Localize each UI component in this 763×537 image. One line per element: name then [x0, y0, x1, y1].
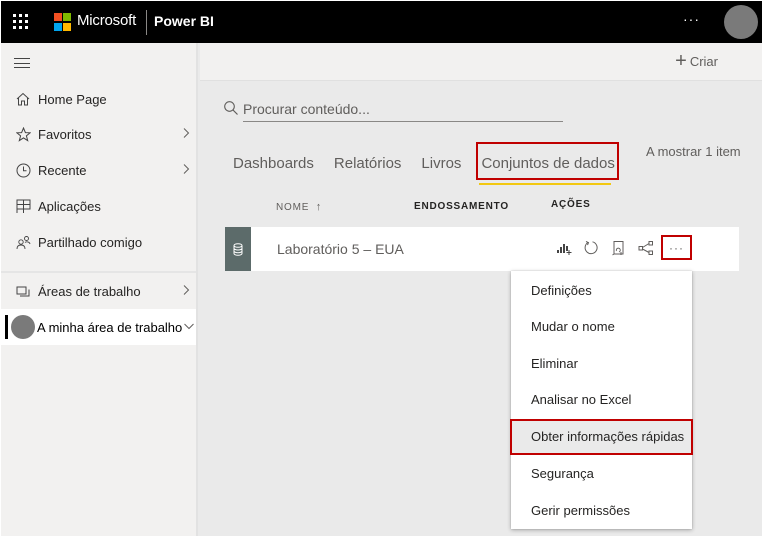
menu-item-security[interactable]: Segurança — [511, 456, 692, 492]
search-icon — [224, 101, 238, 115]
product-name[interactable]: Power BI — [154, 13, 214, 29]
sidebar-item-label: Áreas de trabalho — [38, 283, 141, 299]
column-header-endorsement[interactable]: ENDOSSAMENTO — [414, 201, 509, 212]
header-divider — [146, 10, 147, 35]
sidebar-item-shared[interactable]: Partilhado comigo — [1, 224, 196, 260]
home-icon — [15, 91, 31, 107]
tab-workbooks[interactable]: Livros — [421, 153, 461, 177]
create-label: Criar — [689, 53, 718, 69]
item-count: A mostrar 1 item — [646, 144, 741, 159]
menu-item-settings[interactable]: Definições — [511, 273, 692, 309]
app-launcher-icon[interactable] — [13, 14, 29, 30]
menu-item-manage-permissions[interactable]: Gerir permissões — [511, 493, 692, 529]
sidebar-item-workspaces[interactable]: Áreas de trabalho — [1, 273, 196, 309]
create-report-icon[interactable] — [555, 239, 573, 257]
refresh-icon[interactable] — [582, 239, 600, 257]
apps-icon — [15, 198, 31, 214]
create-button[interactable]: + Criar — [675, 50, 718, 72]
menu-item-analyze-in-excel[interactable]: Analisar no Excel — [511, 382, 692, 418]
sidebar-item-favorites[interactable]: Favoritos — [1, 116, 196, 152]
brand-name: Microsoft — [77, 12, 137, 29]
tab-datasets[interactable]: Conjuntos de dados — [481, 153, 614, 177]
chevron-down-icon[interactable] — [183, 320, 195, 332]
workspaces-icon — [15, 283, 31, 299]
column-label: NOME — [276, 202, 310, 213]
sidebar-item-apps[interactable]: Aplicações — [1, 188, 196, 224]
menu-item-quick-insights[interactable]: Obter informações rápidas — [510, 419, 693, 455]
more-options-button[interactable]: ··· — [661, 235, 692, 260]
context-menu: Definições Mudar o nome Eliminar Analisa… — [510, 271, 693, 529]
sidebar-item-recent[interactable]: Recente — [1, 152, 196, 188]
header-more-button[interactable]: ··· — [683, 11, 700, 27]
sidebar-item-label: Favoritos — [38, 126, 92, 142]
chevron-right-icon[interactable] — [180, 163, 192, 175]
sidebar-item-label: Home Page — [38, 91, 107, 107]
top-header: Microsoft Power BI ··· — [1, 1, 762, 43]
column-header-actions: AÇÕES — [551, 199, 591, 210]
dataset-name[interactable]: Laboratório 5 – EUA — [277, 241, 404, 257]
sidebar-item-home[interactable]: Home Page — [1, 81, 196, 117]
column-header-name[interactable]: NOME ↑ — [276, 201, 322, 213]
clock-icon — [15, 162, 31, 178]
sidebar-item-label: Aplicações — [38, 198, 101, 214]
plus-icon: + — [675, 50, 687, 72]
hamburger-menu-icon[interactable] — [14, 58, 30, 68]
search-box — [223, 96, 563, 124]
schedule-refresh-icon[interactable] — [610, 239, 628, 257]
sidebar-item-label: Partilhado comigo — [38, 234, 143, 250]
workspace-avatar — [11, 315, 35, 339]
active-tab-underline — [479, 183, 611, 185]
chevron-right-icon[interactable] — [180, 127, 192, 139]
sort-ascending-icon: ↑ — [315, 201, 323, 213]
tab-reports[interactable]: Relatórios — [334, 153, 402, 177]
star-icon — [15, 126, 31, 142]
share-icon[interactable] — [637, 239, 655, 257]
menu-item-delete[interactable]: Eliminar — [511, 346, 692, 382]
dataset-icon — [225, 227, 251, 271]
user-avatar[interactable] — [724, 5, 758, 39]
content-tabs: Dashboards Relatórios Livros Conjuntos d… — [233, 153, 635, 183]
sidebar-item-label: A minha área de trabalho — [37, 319, 183, 335]
sidebar-item-label: Recente — [38, 162, 87, 178]
tab-dashboards[interactable]: Dashboards — [233, 153, 314, 177]
chevron-right-icon[interactable] — [180, 284, 192, 296]
shared-icon — [15, 234, 31, 250]
search-input[interactable] — [243, 96, 563, 122]
table-row[interactable]: Laboratório 5 – EUA ··· — [225, 227, 739, 271]
active-indicator — [5, 315, 8, 339]
sidebar: Home Page Favoritos Recente Aplicações P… — [1, 43, 198, 536]
microsoft-logo-icon — [54, 13, 72, 31]
power-bi-window: Microsoft Power BI ··· Home Page Favorit… — [1, 1, 762, 536]
command-bar: + Criar — [200, 43, 762, 81]
sidebar-item-my-workspace[interactable]: A minha área de trabalho — [1, 309, 196, 345]
menu-item-rename[interactable]: Mudar o nome — [511, 309, 692, 345]
